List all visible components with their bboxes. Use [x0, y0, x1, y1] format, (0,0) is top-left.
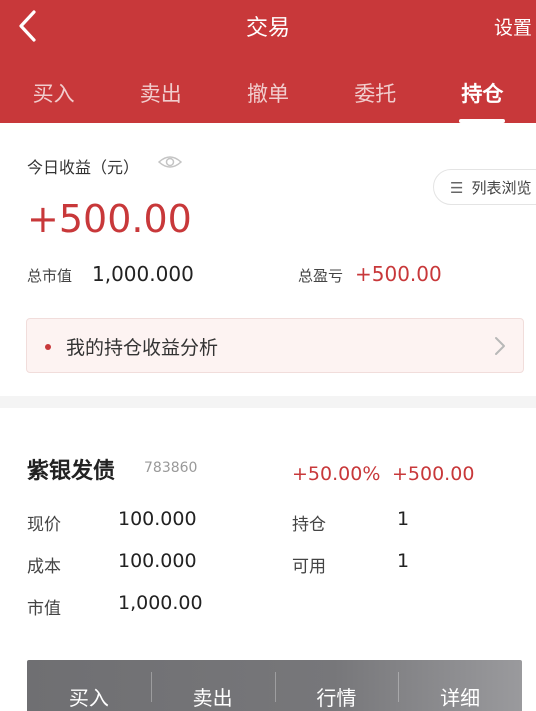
quote-button[interactable]: 行情 — [274, 660, 399, 711]
holding-label: 持仓 — [292, 515, 326, 535]
profit-analysis-label: 我的持仓收益分析 — [66, 337, 219, 359]
available-label: 可用 — [292, 557, 326, 577]
tab-orders[interactable]: 委托 — [322, 72, 429, 123]
tab-bar: 买入 卖出 撤单 委托 持仓 — [0, 72, 536, 123]
list-view-label: 列表浏览 — [471, 179, 532, 197]
price-value: 100.000 — [118, 508, 197, 530]
list-view-toggle[interactable]: ☰ 列表浏览 — [433, 169, 536, 205]
buy-button[interactable]: 买入 — [27, 660, 151, 711]
profit-percent: +50.00% — [292, 463, 381, 485]
position-action-bar: 买入 卖出 行情 详细 — [27, 660, 522, 711]
tab-buy[interactable]: 买入 — [0, 72, 107, 123]
stock-code: 783860 — [144, 460, 198, 476]
total-pl-label: 总盈亏 — [298, 267, 344, 285]
tab-sell[interactable]: 卖出 — [107, 72, 214, 123]
market-value-label: 总市值 — [27, 267, 73, 285]
settings-button[interactable]: 设置 — [494, 13, 532, 40]
app-header: 交易 设置 买入 卖出 撤单 委托 持仓 — [0, 0, 536, 123]
position-market-value-label: 市值 — [27, 599, 61, 619]
profit-amount: +500.00 — [392, 463, 475, 485]
tab-positions[interactable]: 持仓 — [429, 72, 536, 123]
today-profit-label: 今日收益（元） — [27, 158, 140, 177]
summary-card: 今日收益（元） ☰ 列表浏览 +500.00 总市值 1,000.000 总盈亏 … — [0, 123, 536, 396]
bullet-dot — [45, 344, 51, 350]
total-pl-value: +500.00 — [355, 262, 442, 286]
list-icon: ☰ — [450, 179, 464, 197]
cost-label: 成本 — [27, 557, 61, 577]
price-label: 现价 — [27, 515, 61, 535]
holding-value: 1 — [397, 508, 410, 530]
stock-name: 紫银发债 — [27, 459, 116, 484]
today-profit-value: +500.00 — [27, 197, 192, 241]
eye-icon[interactable] — [157, 154, 183, 170]
chevron-right-icon — [495, 337, 505, 355]
cost-value: 100.000 — [118, 550, 197, 572]
profit-analysis-link[interactable]: 我的持仓收益分析 — [26, 318, 524, 373]
position-market-value: 1,000.00 — [118, 592, 203, 614]
available-value: 1 — [397, 550, 410, 572]
sell-button[interactable]: 卖出 — [150, 660, 275, 711]
tab-cancel[interactable]: 撤单 — [214, 72, 321, 123]
detail-button[interactable]: 详细 — [398, 660, 522, 711]
page-title: 交易 — [245, 16, 290, 41]
market-value: 1,000.000 — [92, 262, 194, 286]
